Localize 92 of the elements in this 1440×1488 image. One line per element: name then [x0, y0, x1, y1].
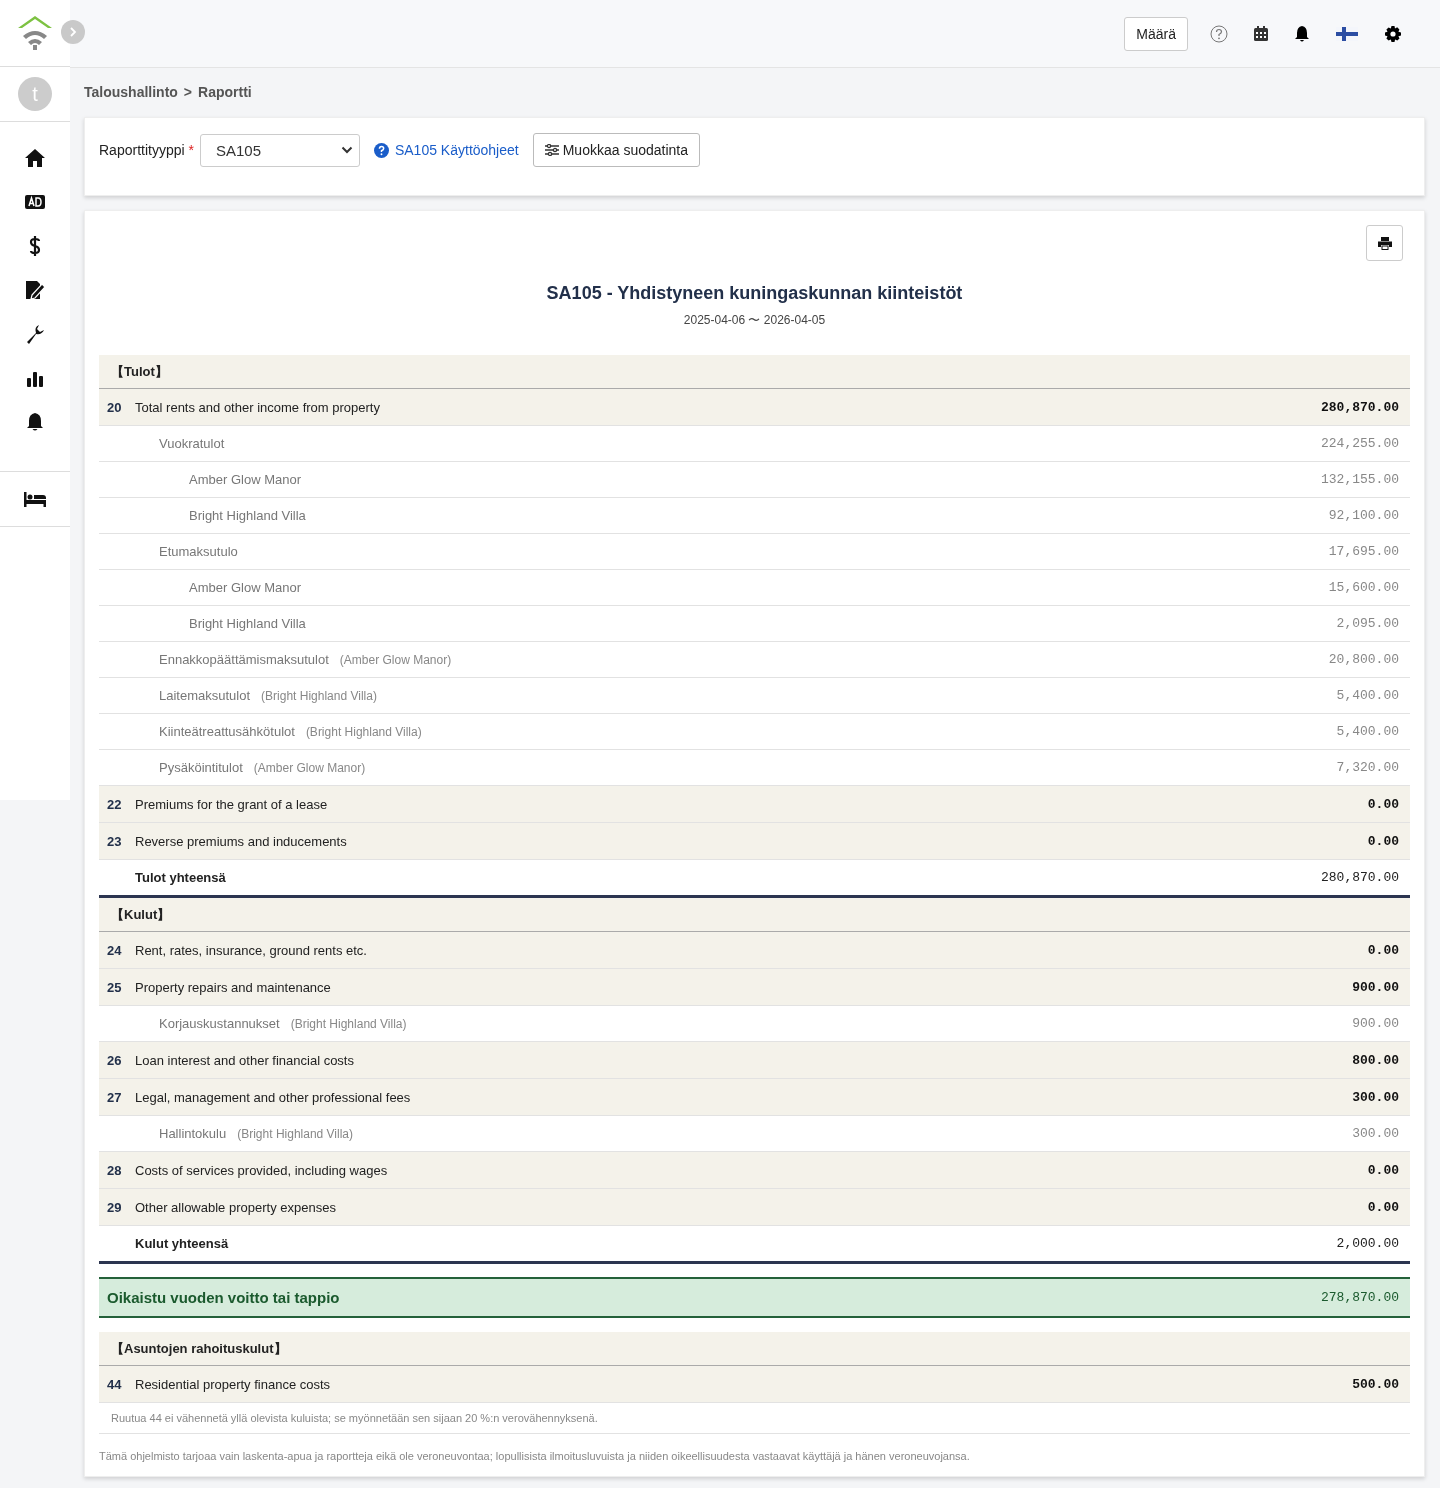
- unit-button[interactable]: Määrä: [1124, 16, 1188, 51]
- box-number: 26: [107, 1052, 123, 1068]
- note-text: Ruutua 44 ei vähennetä yllä olevista kuluista; se myönnetään sen sijaan 20 %:n verovähennyksenä.: [111, 1412, 598, 1424]
- amount: 0.00: [1367, 1199, 1399, 1215]
- row-label: Total rents and other income from property: [135, 399, 380, 415]
- amount: 15,600.00: [1328, 580, 1399, 595]
- property-name: (Bright Highland Villa): [261, 688, 377, 703]
- amount: 132,155.00: [1321, 472, 1399, 487]
- amount: 0.00: [1367, 942, 1399, 958]
- row-label: Costs of services provided, including wages: [135, 1162, 388, 1178]
- help-icon[interactable]: [1210, 24, 1228, 43]
- row-label: Loan interest and other financial costs: [135, 1052, 354, 1068]
- amount: 0.00: [1367, 833, 1399, 849]
- calendar-icon[interactable]: [1254, 26, 1268, 41]
- sliders-icon: [544, 144, 559, 156]
- printer-icon: [1377, 236, 1392, 250]
- row-label: Rent, rates, insurance, ground rents etc.: [135, 942, 367, 958]
- disclaimer-text: Tämä ohjelmisto tarjoaa vain laskenta-apua ja raportteja eikä ole veroneuvontaa; lopullisista ilmoitusluvuista ja niiden oikeellisuudesta vastaavat käyttäjä ja hänen veroneuvojansa.: [99, 1450, 971, 1462]
- box-number: 25: [107, 979, 123, 995]
- row-label: Vuokratulot: [159, 436, 225, 451]
- amount: 17,695.00: [1328, 544, 1399, 559]
- section-heading: 【Kulut】: [111, 905, 171, 924]
- row-label: Reverse premiums and inducements: [135, 833, 347, 849]
- amount: 2,095.00: [1336, 616, 1399, 631]
- row-label: Laitemaksutulot: [159, 688, 251, 703]
- edit-filter-button[interactable]: Muokkaa suodatinta: [532, 133, 700, 167]
- help-icon: [373, 142, 389, 158]
- row-label: Residential property finance costs: [135, 1376, 331, 1392]
- chevron-icon: [340, 146, 353, 154]
- property-name: (Amber Glow Manor): [253, 760, 366, 775]
- amount: 5,400.00: [1336, 688, 1399, 703]
- report-period: 2025-04-06 〜 2026-04-05: [682, 312, 827, 329]
- amount: 800.00: [1352, 1052, 1399, 1068]
- property-name: (Bright Highland Villa): [237, 1126, 354, 1141]
- box-number: 20: [107, 399, 123, 415]
- breadcrumb-item[interactable]: Taloushallinto: [84, 84, 178, 100]
- box-number: 27: [107, 1089, 123, 1105]
- amount: 7,320.00: [1336, 760, 1399, 775]
- total-label: Kulut yhteensä: [135, 1236, 229, 1251]
- amount: 224,255.00: [1321, 436, 1399, 451]
- row-label: Ennakkopäättämismaksutulot: [159, 652, 329, 667]
- amount: 0.00: [1367, 796, 1399, 812]
- row-label: Korjauskustannukset: [159, 1016, 280, 1031]
- section-heading: 【Asuntojen rahoituskulut】: [111, 1339, 287, 1358]
- property-name: (Bright Highland Villa): [305, 724, 422, 739]
- row-label: Bright Highland Villa: [189, 616, 306, 631]
- box-number: 44: [107, 1376, 123, 1392]
- amount: 92,100.00: [1328, 508, 1399, 523]
- property-name: (Amber Glow Manor): [339, 652, 452, 667]
- box-number: 24: [107, 942, 123, 958]
- row-label: Legal, management and other professional fees: [135, 1089, 411, 1105]
- row-label: Amber Glow Manor: [189, 472, 301, 487]
- amount: 300.00: [1352, 1089, 1399, 1105]
- amount: 280,870.00: [1321, 399, 1399, 415]
- total-amount: 2,000.00: [1336, 1236, 1399, 1251]
- box-number: 22: [107, 796, 123, 812]
- row-label: Hallintokulu: [159, 1126, 227, 1141]
- row-label: Premiums for the grant of a lease: [135, 796, 328, 812]
- breadcrumb-separator: >: [183, 84, 193, 100]
- chevron-right-icon: [67, 26, 79, 38]
- amount: 5,400.00: [1336, 724, 1399, 739]
- report-type-label: Raporttityyppi *: [99, 142, 194, 158]
- row-label: Other allowable property expenses: [135, 1199, 336, 1215]
- settings-icon[interactable]: [1384, 24, 1402, 43]
- amount: 300.00: [1352, 1126, 1399, 1141]
- help-link[interactable]: SA105 Käyttöohjeet: [394, 142, 519, 158]
- report-type-select[interactable]: SA105: [199, 133, 360, 167]
- row-label: Pysäköintitulot: [159, 760, 243, 775]
- amount: 0.00: [1367, 1162, 1399, 1178]
- print-button[interactable]: [1366, 225, 1403, 261]
- amount: 500.00: [1352, 1376, 1399, 1392]
- amount: 900.00: [1352, 1016, 1399, 1031]
- bell-icon[interactable]: [1294, 24, 1310, 43]
- box-number: 29: [107, 1199, 123, 1215]
- flag-icon[interactable]: [1336, 26, 1358, 41]
- row-label: Kiinteätreattusähkötulot: [159, 724, 295, 739]
- box-number: 28: [107, 1162, 123, 1178]
- box-number: 23: [107, 833, 123, 849]
- total-label: Tulot yhteensä: [135, 870, 226, 885]
- property-name: (Bright Highland Villa): [290, 1016, 407, 1031]
- row-label: Amber Glow Manor: [189, 580, 301, 595]
- amount: 20,800.00: [1328, 652, 1399, 667]
- section-heading: 【Tulot】: [111, 362, 168, 381]
- total-amount: 280,870.00: [1321, 870, 1399, 885]
- amount: 900.00: [1352, 979, 1399, 995]
- row-label: Bright Highland Villa: [189, 508, 306, 523]
- breadcrumb-item: Raportti: [198, 84, 252, 100]
- row-label: Property repairs and maintenance: [135, 979, 331, 995]
- report-title: SA105 - Yhdistyneen kuningaskunnan kiinteistöt: [545, 283, 964, 304]
- profit-label: Oikaistu vuoden voitto tai tappio: [107, 1289, 340, 1306]
- profit-amount: 278,870.00: [1321, 1290, 1399, 1305]
- row-label: Etumaksutulo: [159, 544, 238, 559]
